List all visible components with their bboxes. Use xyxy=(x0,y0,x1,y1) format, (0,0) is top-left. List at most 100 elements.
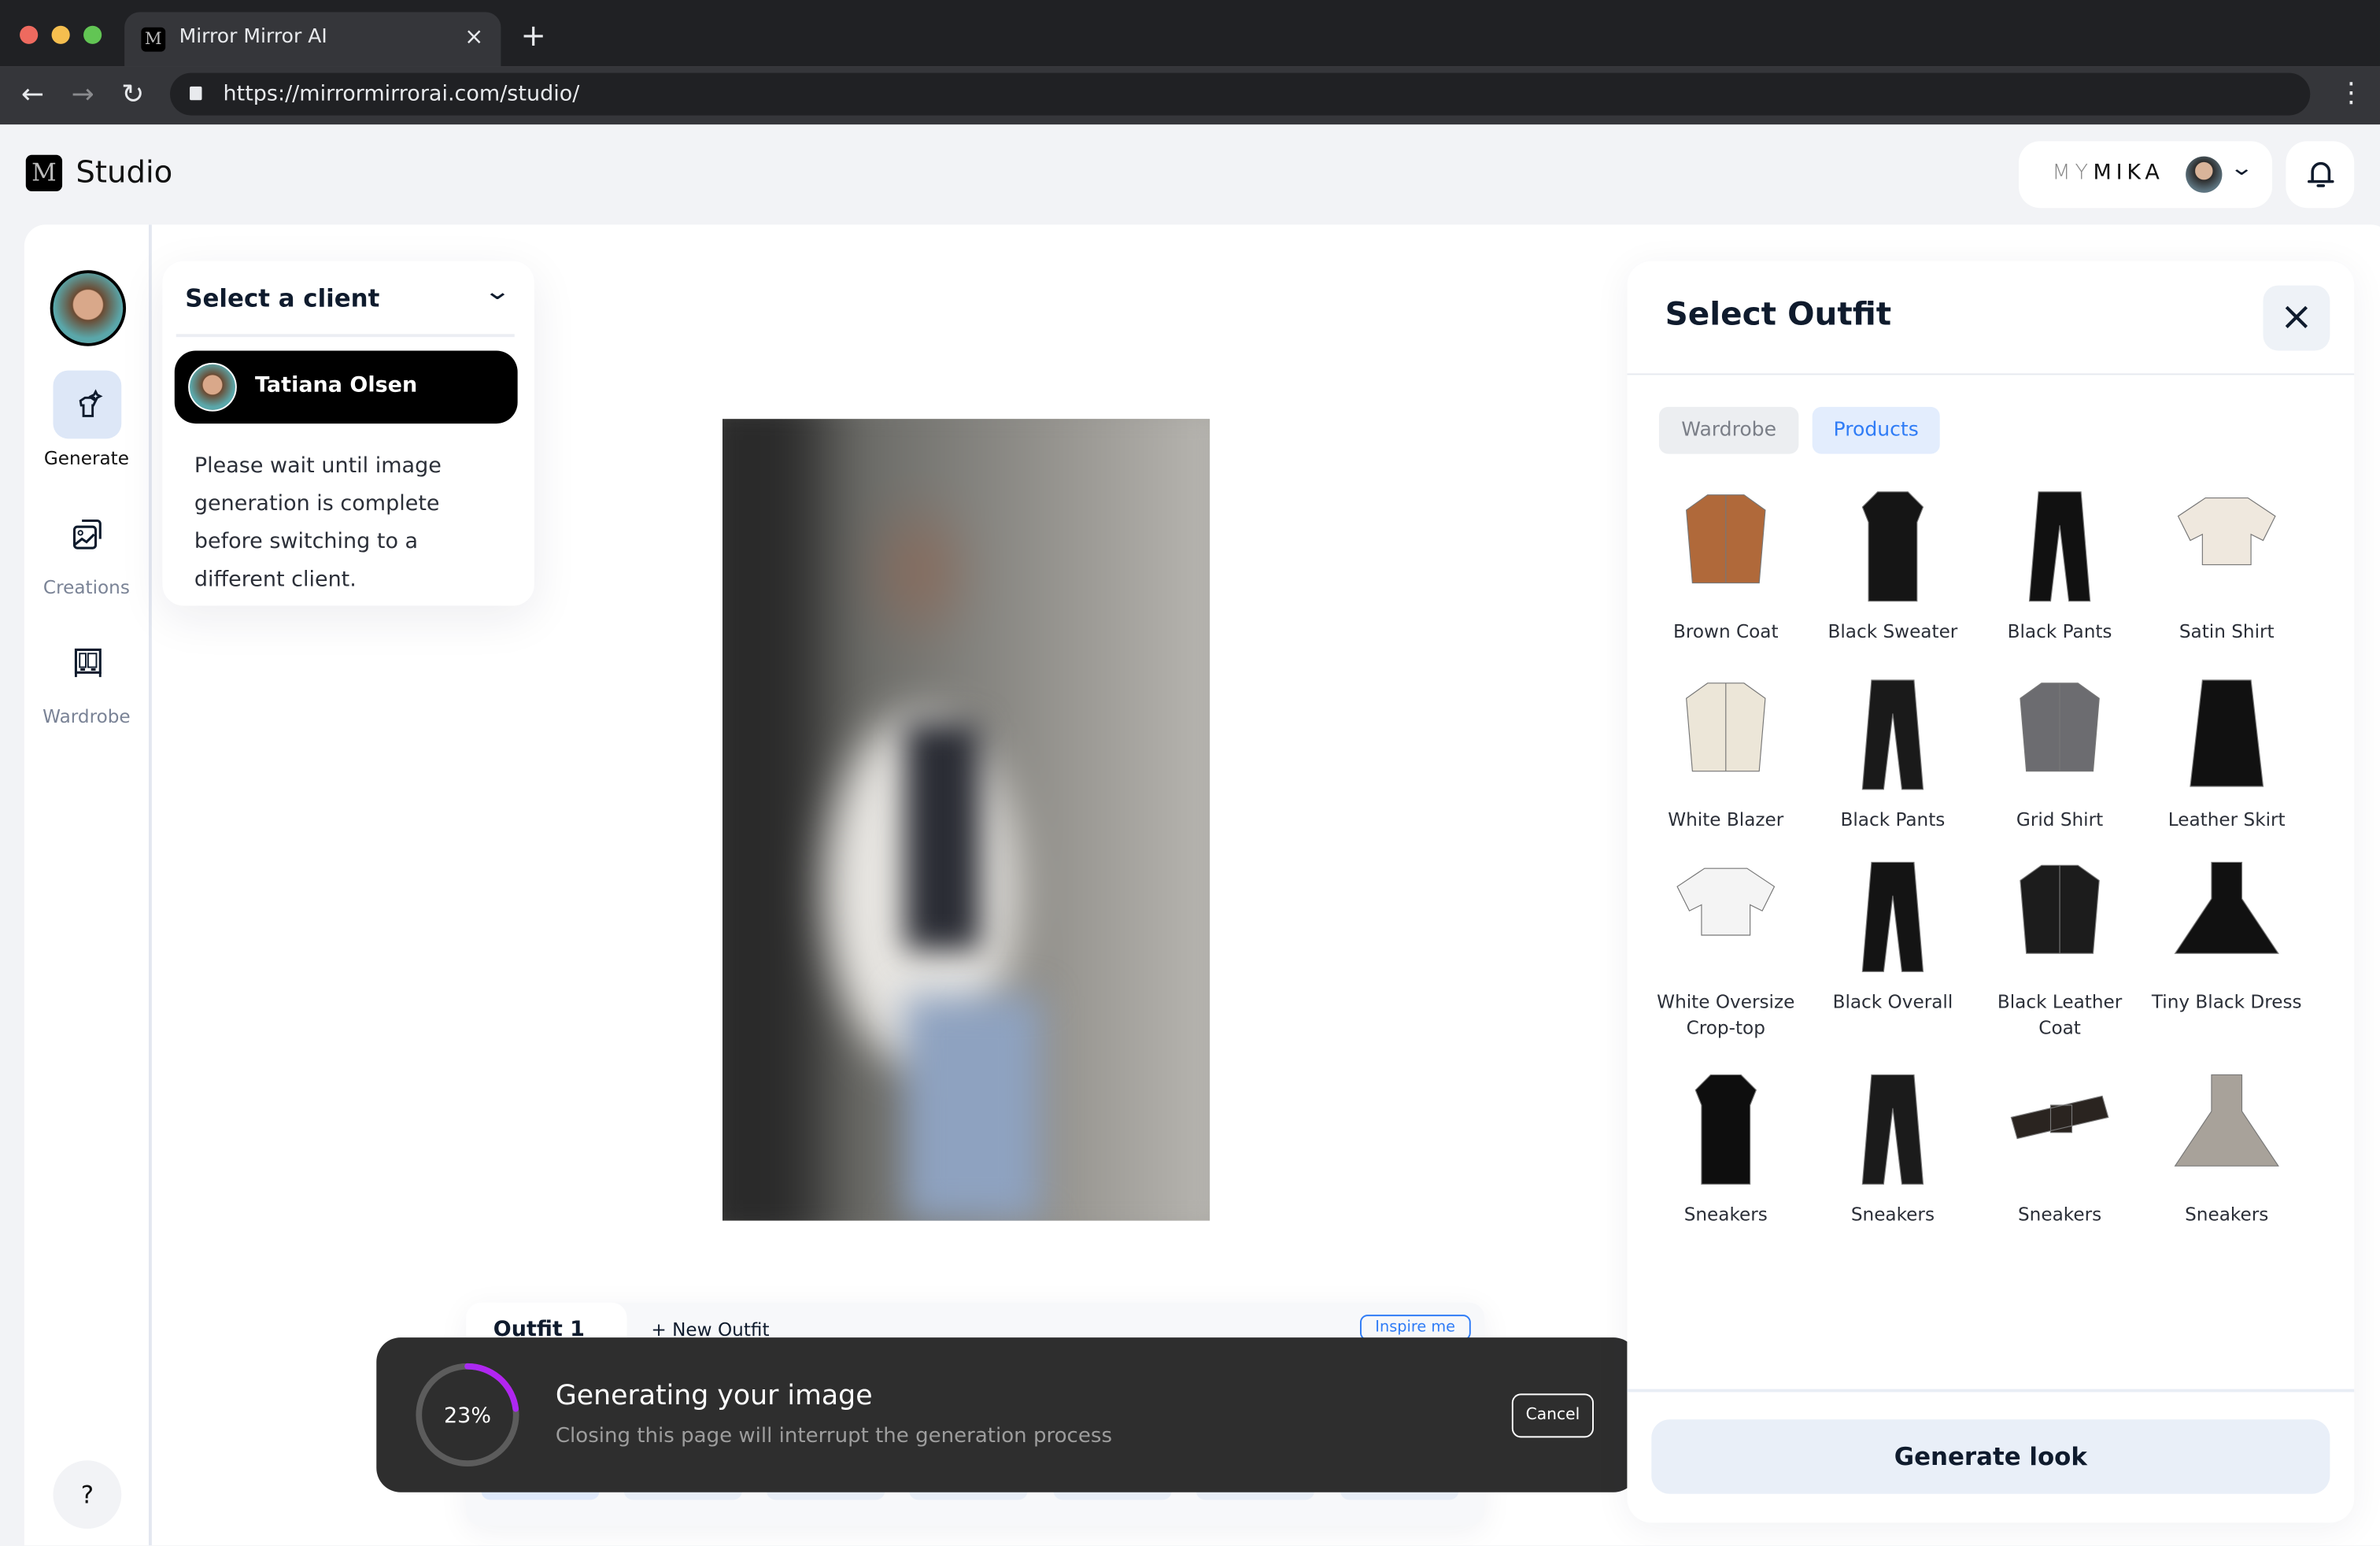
lock-icon xyxy=(190,86,202,101)
client-avatar[interactable] xyxy=(50,270,127,346)
product-name: Sneakers xyxy=(2185,1204,2269,1226)
product-item[interactable]: Tiny Black Dress xyxy=(2143,853,2310,1015)
tab-wardrobe[interactable]: Wardrobe xyxy=(1658,406,1799,454)
account-avatar xyxy=(2186,156,2223,193)
new-tab-icon[interactable]: + xyxy=(520,17,545,53)
coat-image xyxy=(2020,682,2100,772)
url-text: https://mirrormirrorai.com/studio/ xyxy=(223,82,580,106)
panel-title: Select Outfit xyxy=(1665,296,1892,333)
product-name: Grid Shirt xyxy=(2016,808,2104,830)
account-name: MIKA xyxy=(2093,161,2164,186)
product-item[interactable]: Black Pants xyxy=(1809,671,1976,833)
sidebar-item-creations[interactable] xyxy=(53,499,121,568)
inspire-me-button[interactable]: Inspire me xyxy=(1359,1315,1471,1341)
product-item[interactable]: Leather Skirt xyxy=(2143,671,2310,833)
client-dropdown[interactable]: Select a client ⌄ xyxy=(162,261,534,335)
product-item[interactable]: Brown Coat xyxy=(1643,483,1809,645)
browser-tab-bar: M Mirror Mirror AI × + xyxy=(0,0,2380,67)
product-item[interactable]: Black Sweater xyxy=(1809,483,1976,645)
product-item[interactable]: White Blazer xyxy=(1643,671,1809,833)
generate-look-button[interactable]: Generate look xyxy=(1651,1419,2330,1494)
generation-progress-toast: 23% Generating your image Closing this p… xyxy=(376,1337,1638,1492)
product-item[interactable]: Sneakers xyxy=(1643,1066,1809,1228)
page-title: Studio xyxy=(76,153,173,190)
tab-close-icon[interactable]: × xyxy=(464,23,483,50)
product-name: Sneakers xyxy=(2017,1204,2102,1226)
client-dropdown-label: Select a client xyxy=(185,283,380,313)
sidebar-label-creations: Creations xyxy=(42,576,130,598)
skirt-image xyxy=(2190,679,2264,787)
flare-image xyxy=(2174,1074,2279,1167)
account-switcher[interactable]: MY MIKA ⌄ xyxy=(2018,141,2273,209)
close-icon[interactable]: × xyxy=(2263,285,2330,351)
close-window-button[interactable] xyxy=(20,25,39,44)
browser-menu-icon[interactable]: ⋮ xyxy=(2338,77,2365,109)
product-name: White Oversize Crop-top xyxy=(1657,991,1795,1039)
top-image xyxy=(2177,497,2276,566)
selected-client[interactable]: Tatiana Olsen xyxy=(174,350,518,424)
coat-image xyxy=(2020,864,2100,954)
product-item[interactable]: Sneakers xyxy=(2143,1066,2310,1228)
favicon-icon: M xyxy=(141,27,166,52)
tab-products[interactable]: Products xyxy=(1812,406,1940,454)
url-field[interactable]: https://mirrormirrorai.com/studio/ xyxy=(169,72,2311,116)
product-item[interactable]: Black Pants xyxy=(1976,483,2143,645)
minimize-window-button[interactable] xyxy=(51,25,70,44)
bell-icon xyxy=(2307,161,2334,187)
cancel-button[interactable]: Cancel xyxy=(1511,1393,1594,1438)
sidebar-label-generate: Generate xyxy=(43,447,129,469)
sidebar-divider xyxy=(148,224,152,1546)
product-name: White Blazer xyxy=(1668,808,1784,830)
maximize-window-button[interactable] xyxy=(83,25,102,44)
address-bar-row: ← → ↻ https://mirrormirrorai.com/studio/… xyxy=(0,66,2380,125)
product-name: Black Leather Coat xyxy=(1997,991,2123,1039)
product-name: Black Sweater xyxy=(1828,620,1958,642)
reload-icon[interactable]: ↻ xyxy=(121,79,144,110)
switch-client-notice: Please wait until image generation is co… xyxy=(194,453,442,593)
dress-image xyxy=(1861,491,1924,602)
divider xyxy=(1627,373,2355,375)
product-item[interactable]: Black Leather Coat xyxy=(1976,853,2143,1041)
progress-ring: 23% xyxy=(416,1363,519,1466)
product-item[interactable]: Satin Shirt xyxy=(2143,483,2310,645)
product-name: Black Overall xyxy=(1832,991,1953,1013)
product-name: Satin Shirt xyxy=(2179,620,2275,642)
product-name: Leather Skirt xyxy=(2168,808,2286,830)
back-icon[interactable]: ← xyxy=(21,79,44,110)
wardrobe-icon xyxy=(73,647,101,677)
product-name: Tiny Black Dress xyxy=(2151,991,2302,1013)
belt-image xyxy=(2010,1095,2109,1140)
pants-image xyxy=(1861,1074,1924,1185)
product-item[interactable]: Grid Shirt xyxy=(1976,671,2143,833)
coat-image xyxy=(1686,494,1766,584)
flare-image xyxy=(2174,861,2279,954)
forward-icon[interactable]: → xyxy=(72,79,94,110)
sidebar-item-generate[interactable] xyxy=(53,370,122,439)
sidebar-label-wardrobe: Wardrobe xyxy=(42,705,131,727)
divider xyxy=(176,334,515,338)
browser-tab[interactable]: M Mirror Mirror AI × xyxy=(124,12,501,67)
product-item[interactable]: Black Overall xyxy=(1809,853,1976,1015)
product-name: Black Pants xyxy=(1840,808,1946,830)
product-item[interactable]: Sneakers xyxy=(1976,1066,2143,1228)
chevron-down-icon: ⌄ xyxy=(482,276,512,305)
product-name: Sneakers xyxy=(1683,1204,1768,1226)
notifications-button[interactable] xyxy=(2286,141,2355,209)
help-button[interactable]: ? xyxy=(53,1460,122,1529)
client-name: Tatiana Olsen xyxy=(254,373,418,398)
product-item[interactable]: White Oversize Crop-top xyxy=(1643,853,1809,1041)
client-avatar xyxy=(188,362,237,412)
creations-icon xyxy=(72,518,101,549)
product-name: Sneakers xyxy=(1850,1204,1935,1226)
progress-subtitle: Closing this page will interrupt the gen… xyxy=(555,1423,1113,1448)
pants-image xyxy=(1861,861,1924,972)
pants-image xyxy=(1861,679,1924,790)
product-item[interactable]: Sneakers xyxy=(1809,1066,1976,1228)
product-name: Black Pants xyxy=(2007,620,2112,642)
generated-image-preview xyxy=(722,419,1210,1221)
client-selector-card: Select a client ⌄ Tatiana Olsen Please w… xyxy=(162,261,534,606)
generate-shirt-icon xyxy=(78,388,102,416)
sidebar-item-wardrobe[interactable] xyxy=(53,628,121,697)
progress-percent: 23% xyxy=(444,1404,491,1428)
coat-image xyxy=(1686,682,1766,772)
